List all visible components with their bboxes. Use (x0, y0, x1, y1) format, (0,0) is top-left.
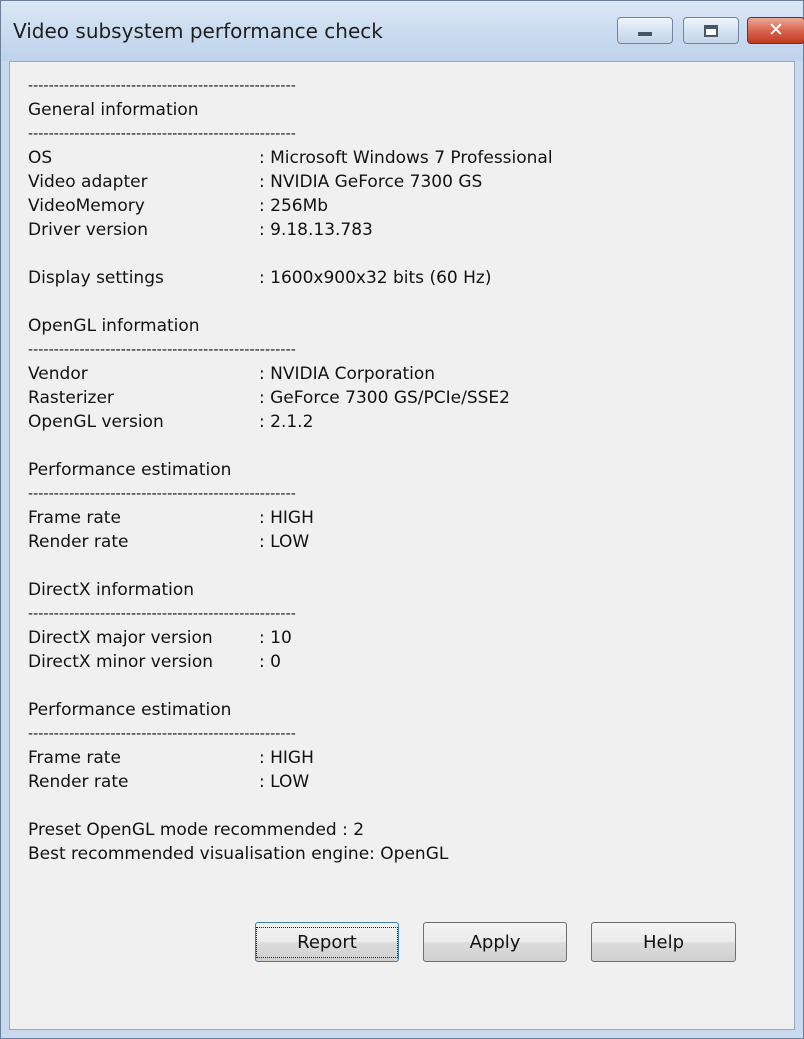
info-row-os: OS : Microsoft Windows 7 Professional (28, 146, 553, 170)
info-row-opengl-version: OpenGL version : 2.1.2 (28, 410, 553, 434)
info-value: : NVIDIA Corporation (259, 364, 436, 384)
report-button[interactable]: Report (255, 922, 399, 962)
info-value: : 2.1.2 (259, 412, 314, 432)
maximize-icon (704, 24, 718, 37)
apply-button[interactable]: Apply (423, 922, 567, 962)
separator-line: ----------------------------------------… (28, 126, 296, 142)
window-title: Video subsystem performance check (13, 19, 383, 43)
info-key: Frame rate (28, 748, 121, 768)
info-row-opengl-render-rate: Render rate : LOW (28, 530, 553, 554)
info-value: : 10 (259, 628, 292, 648)
close-button[interactable]: ✕ (747, 17, 804, 44)
info-row-driver-version: Driver version : 9.18.13.783 (28, 218, 553, 242)
info-value: : 256Mb (259, 196, 329, 216)
info-row-display-settings: Display settings : 1600x900x32 bits (60 H… (28, 266, 553, 290)
info-value: : 1600x900x32 bits (60 Hz) (259, 268, 492, 288)
section-header-opengl: OpenGL information (28, 316, 200, 336)
info-key: OpenGL version (28, 412, 164, 432)
info-key: Render rate (28, 532, 129, 552)
help-button[interactable]: Help (591, 922, 736, 962)
info-key: DirectX minor version (28, 652, 214, 672)
summary-engine: Best recommended visualisation engine: O… (28, 844, 449, 864)
info-key: Rasterizer (28, 388, 114, 408)
separator-line: ----------------------------------------… (28, 342, 296, 358)
section-header-directx-performance: Performance estimation (28, 700, 232, 720)
report-button-label: Report (256, 926, 398, 958)
info-text-panel: ----------------------------------------… (28, 74, 553, 866)
info-value: : LOW (259, 532, 310, 552)
info-row-directx-frame-rate: Frame rate : HIGH (28, 746, 553, 770)
info-key: VideoMemory (28, 196, 145, 216)
section-header-opengl-performance: Performance estimation (28, 460, 232, 480)
close-icon: ✕ (768, 19, 784, 41)
summary-preset-mode: Preset OpenGL mode recommended : 2 (28, 820, 365, 840)
info-value: : NVIDIA GeForce 7300 GS (259, 172, 483, 192)
info-row-directx-render-rate: Render rate : LOW (28, 770, 553, 794)
separator-line: ----------------------------------------… (28, 486, 296, 502)
apply-button-label: Apply (469, 931, 521, 953)
info-value: : HIGH (259, 748, 314, 768)
info-key: Video adapter (28, 172, 148, 192)
info-row-directx-minor: DirectX minor version : 0 (28, 650, 553, 674)
info-key: OS (28, 148, 53, 168)
info-value: : 9.18.13.783 (259, 220, 373, 240)
info-value: : GeForce 7300 GS/PCIe/SSE2 (259, 388, 510, 408)
info-value: : 0 (259, 652, 281, 672)
info-row-opengl-frame-rate: Frame rate : HIGH (28, 506, 553, 530)
maximize-button[interactable] (683, 17, 739, 44)
info-key: Display settings (28, 268, 164, 288)
info-value: : LOW (259, 772, 310, 792)
info-value: : HIGH (259, 508, 314, 528)
info-row-rasterizer: Rasterizer : GeForce 7300 GS/PCIe/SSE2 (28, 386, 553, 410)
info-key: Frame rate (28, 508, 121, 528)
info-key: Driver version (28, 220, 148, 240)
section-header-general: General information (28, 100, 199, 120)
title-bar[interactable]: Video subsystem performance check ✕ (1, 1, 804, 61)
info-key: Render rate (28, 772, 129, 792)
info-row-video-memory: VideoMemory : 256Mb (28, 194, 553, 218)
minimize-icon (638, 31, 652, 36)
info-key: DirectX major version (28, 628, 213, 648)
info-key: Vendor (28, 364, 88, 384)
section-header-directx: DirectX information (28, 580, 195, 600)
minimize-button[interactable] (617, 17, 673, 44)
dialog-window: Video subsystem performance check ✕ ----… (0, 0, 804, 1039)
dialog-client-area: ----------------------------------------… (9, 61, 795, 1030)
help-button-label: Help (642, 931, 685, 953)
info-row-video-adapter: Video adapter : NVIDIA GeForce 7300 GS (28, 170, 553, 194)
separator-line: ----------------------------------------… (28, 606, 296, 622)
separator-line: ----------------------------------------… (28, 78, 296, 94)
info-row-vendor: Vendor : NVIDIA Corporation (28, 362, 553, 386)
info-value: : Microsoft Windows 7 Professional (259, 148, 553, 168)
separator-line: ----------------------------------------… (28, 726, 296, 742)
info-row-directx-major: DirectX major version : 10 (28, 626, 553, 650)
